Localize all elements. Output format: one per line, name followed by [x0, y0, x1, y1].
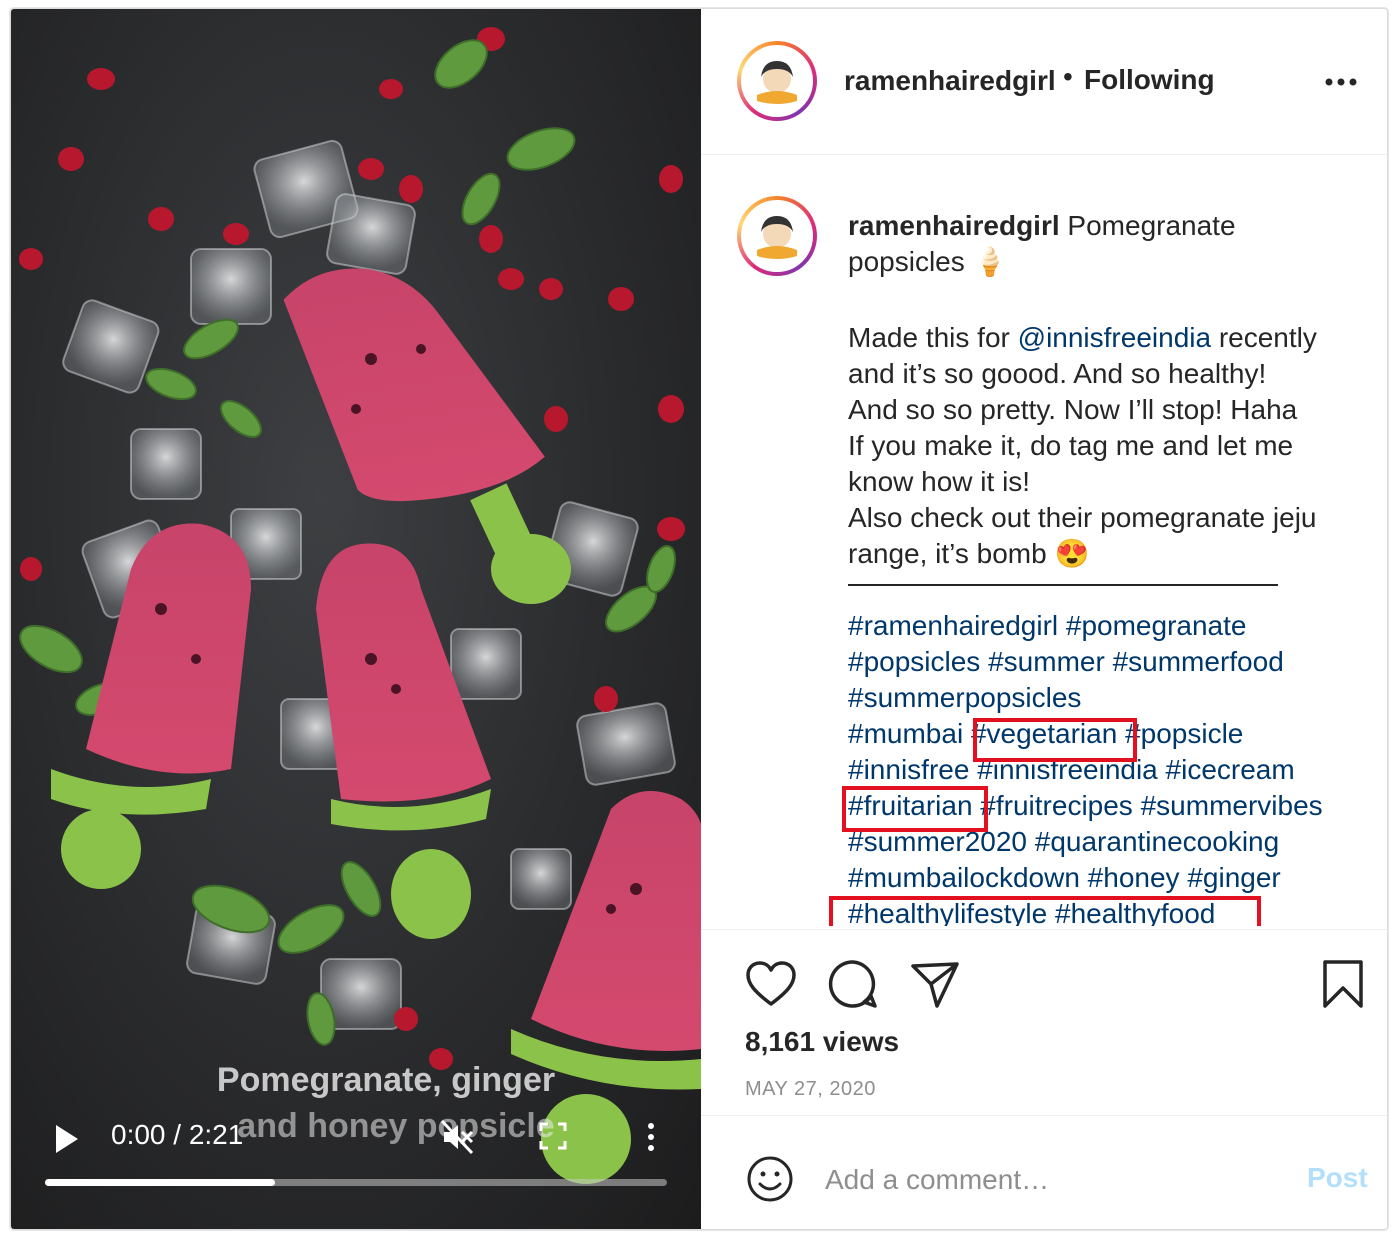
hashtag-link[interactable]: #ramenhairedgirl [848, 610, 1058, 641]
fullscreen-icon[interactable] [538, 1121, 568, 1151]
hashtag-link[interactable]: #mumbailockdown [848, 862, 1080, 893]
caption-body: Made this for @innisfreeindia recently a… [848, 320, 1348, 572]
post-header: ramenhairedgirl • Following [701, 9, 1387, 155]
hashtag-link[interactable]: #honey [1088, 862, 1180, 893]
post-actions: 8,161 views MAY 27, 2020 [701, 929, 1387, 1119]
video-time: 0:00 / 2:21 [111, 1119, 244, 1150]
video-controls: 0:00 / 2:21 [11, 1109, 701, 1229]
video-overlay-text-line1: Pomegranate, ginger [216, 1061, 556, 1099]
muted-speaker-icon[interactable] [436, 1117, 476, 1157]
share-icon[interactable] [909, 958, 961, 1010]
caption-title: ramenhairedgirl Pomegranate popsicles 🍦 [848, 208, 1348, 280]
bookmark-icon[interactable] [1321, 958, 1365, 1010]
post-comment-button[interactable]: Post [1307, 1162, 1368, 1194]
caption-line: And so so pretty. Now I’ll stop! Haha [848, 394, 1298, 425]
hashtag-link[interactable]: #summerfood [1113, 646, 1284, 677]
caption-line: range, it’s bomb 😍 [848, 538, 1090, 569]
hashtag-link[interactable]: #summervibes [1141, 790, 1323, 821]
caption-line: Made this for @innisfreeindia recently [848, 322, 1317, 353]
separator-dot: • [1063, 61, 1073, 92]
post-date[interactable]: MAY 27, 2020 [745, 1078, 876, 1101]
highlight-box-fruitarian [842, 786, 988, 832]
avatar-cartoon-icon [757, 61, 797, 104]
caption-scroll-area[interactable]: ramenhairedgirl Pomegranate popsicles 🍦 … [701, 156, 1387, 926]
mention-link[interactable]: @innisfreeindia [1018, 322, 1211, 353]
heart-icon[interactable] [745, 960, 797, 1008]
header-username[interactable]: ramenhairedgirl [844, 65, 1056, 97]
more-options-icon[interactable] [1321, 67, 1361, 97]
hashtag-link[interactable]: #ginger [1187, 862, 1280, 893]
play-icon[interactable] [51, 1119, 81, 1159]
video-more-options-icon[interactable] [641, 1117, 661, 1157]
caption-line: If you make it, do tag me and let me [848, 430, 1294, 461]
hashtag-link[interactable]: #innisfree [848, 754, 969, 785]
hashtag-link[interactable]: #fruitrecipes [980, 790, 1133, 821]
hashtag-link[interactable]: #popsicle [1125, 718, 1243, 749]
emoji-icon[interactable] [745, 1154, 795, 1204]
hashtag-link[interactable]: #pomegranate [1066, 610, 1247, 641]
hashtag-link[interactable]: #quarantinecooking [1035, 826, 1279, 857]
avatar-cartoon-icon [757, 216, 797, 259]
caption-line: and it’s so goood. And so healthy! [848, 358, 1267, 389]
highlight-box-vegetarian [973, 718, 1137, 762]
hashtag-list: #ramenhairedgirl #pomegranate #popsicles… [848, 608, 1358, 926]
comment-input[interactable] [825, 1154, 1265, 1206]
video-progress-bar[interactable] [45, 1179, 667, 1186]
post-dialog: Pomegranate, ginger and honey popsicle 0… [10, 8, 1388, 1230]
comment-bar: Post [701, 1115, 1387, 1229]
caption-line: Also check out their pomegranate jeju [848, 502, 1317, 533]
video-player[interactable]: Pomegranate, ginger and honey popsicle 0… [11, 9, 701, 1229]
avatar[interactable] [737, 41, 817, 121]
comment-icon[interactable] [827, 958, 879, 1010]
video-progress-fill [45, 1179, 276, 1186]
post-details-panel: ramenhairedgirl • Following ramenhairedg… [701, 9, 1387, 1229]
avatar[interactable] [737, 196, 817, 276]
hashtag-link[interactable]: #popsicles [848, 646, 980, 677]
hashtag-link[interactable]: #summer [988, 646, 1105, 677]
caption-line: know how it is! [848, 466, 1031, 497]
highlight-box-healthy [829, 896, 1261, 926]
hashtag-link[interactable]: #summerpopsicles [848, 682, 1081, 713]
hashtag-link[interactable]: #mumbai [848, 718, 963, 749]
caption-username[interactable]: ramenhairedgirl [848, 210, 1060, 241]
views-count[interactable]: 8,161 views [745, 1026, 899, 1058]
hashtag-link[interactable]: #icecream [1166, 754, 1295, 785]
video-frame-image [19, 27, 701, 1184]
divider-line [848, 584, 1278, 586]
following-button[interactable]: Following [1084, 64, 1215, 96]
